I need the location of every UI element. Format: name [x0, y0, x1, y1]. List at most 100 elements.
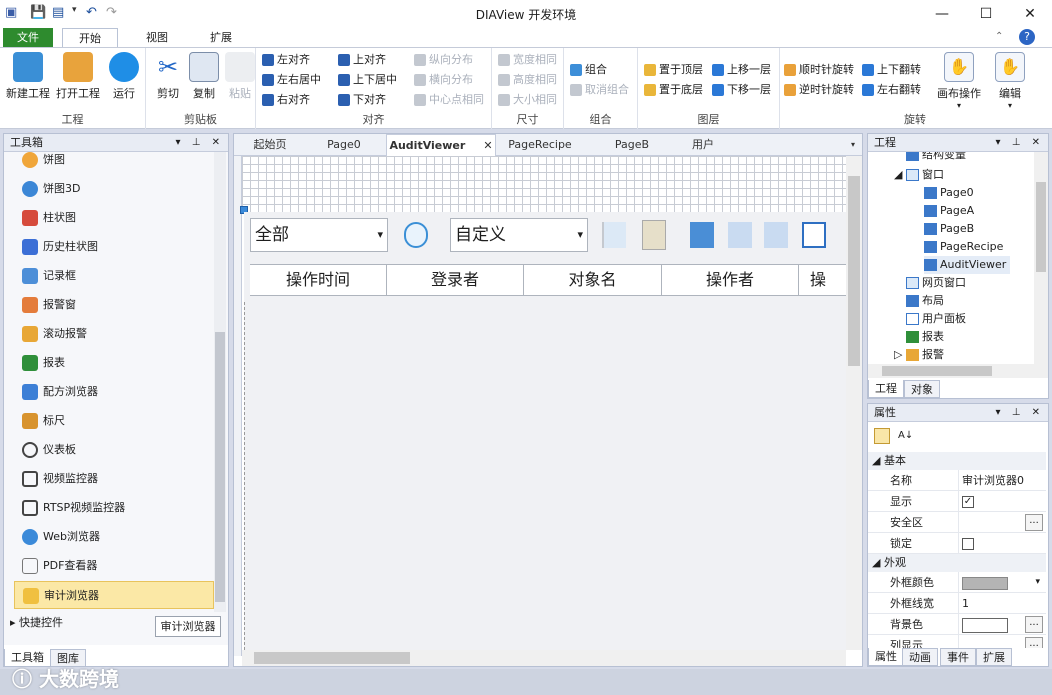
tab-file[interactable]: 文件 [3, 28, 53, 48]
ellipsis-button[interactable]: ... [1025, 637, 1043, 648]
print-icon[interactable] [690, 222, 714, 248]
ungroup-button[interactable]: 取消组合 [570, 81, 629, 99]
tree-node[interactable]: 布局 [906, 292, 944, 310]
canvas-ops-button[interactable]: ✋ 画布操作 ▾ [934, 52, 984, 110]
visible-checkbox[interactable]: ✓ [962, 496, 974, 508]
group-button[interactable]: 组合 [570, 61, 607, 79]
panel-controls-icon[interactable]: ▾ ⊥ ✕ [996, 134, 1044, 152]
run-button[interactable]: 运行 [102, 52, 146, 101]
tab-extension[interactable]: 扩展 [976, 648, 1012, 666]
sort-az-icon[interactable]: A↓ [898, 428, 914, 444]
tab-properties[interactable]: 属性 [868, 648, 904, 666]
doc-tab-pagerecipe[interactable]: PageRecipe [500, 134, 580, 156]
tab-object[interactable]: 对象 [904, 380, 940, 398]
toolbox-item-selected[interactable]: 审计浏览器 [14, 581, 214, 609]
tree-node[interactable]: 报表 [906, 328, 944, 346]
clipboard-icon[interactable] [642, 220, 666, 250]
tree-node[interactable]: PageA [924, 202, 974, 220]
doc-tab-pageb[interactable]: PageB [604, 134, 660, 156]
category-appearance[interactable]: ◢ 外观 [868, 554, 1046, 572]
column-header[interactable]: 操作者 [662, 265, 799, 295]
tab-extend[interactable]: 扩展 [196, 28, 246, 48]
toolbox-item[interactable]: 仪表板 [14, 436, 214, 464]
search-icon[interactable] [602, 222, 626, 248]
copy-pages-icon[interactable] [802, 222, 826, 248]
ellipsis-button[interactable]: ... [1025, 616, 1043, 633]
flip-v-button[interactable]: 上下翻转 [862, 61, 921, 79]
align-left-button[interactable]: 左对齐 [262, 51, 310, 69]
align-top-button[interactable]: 上对齐 [338, 51, 386, 69]
move-up-button[interactable]: 上移一层 [712, 61, 771, 79]
align-bottom-button[interactable]: 下对齐 [338, 91, 386, 109]
cdist-button[interactable]: 中心点相同 [414, 91, 484, 109]
toolbox-scrollbar[interactable] [214, 152, 226, 612]
collapse-ribbon-icon[interactable]: ⌃ [995, 31, 1003, 42]
same-size-button[interactable]: 大小相同 [498, 91, 557, 109]
tab-project[interactable]: 工程 [868, 380, 904, 398]
column-header[interactable]: 对象名 [524, 265, 662, 295]
horizontal-scrollbar[interactable] [242, 650, 846, 666]
doc-tab-page0[interactable]: Page0 [314, 134, 374, 156]
same-width-button[interactable]: 宽度相同 [498, 51, 557, 69]
toolbox-item[interactable]: Web浏览器 [14, 523, 214, 551]
tab-animation[interactable]: 动画 [902, 648, 938, 666]
quick-controls-expander[interactable]: ▸ 快捷控件 [10, 614, 63, 630]
tree-node-selected[interactable]: AuditViewer [924, 256, 1011, 274]
toolbox-item[interactable]: 视频监控器 [14, 465, 214, 493]
categorized-icon[interactable] [874, 428, 890, 444]
doc-tab-start[interactable]: 起始页 [240, 134, 300, 156]
clock-icon[interactable] [404, 222, 428, 248]
time-range-dropdown[interactable]: 自定义 ▾ [450, 218, 588, 252]
tree-scrollbar[interactable] [1034, 152, 1048, 364]
tab-list-dropdown-icon[interactable]: ▾ [846, 134, 860, 156]
maximize-button[interactable]: ☐ [966, 2, 1006, 26]
toolbox-item[interactable]: 报表 [14, 349, 214, 377]
ellipsis-button[interactable]: ... [1025, 514, 1043, 531]
toolbox-item[interactable]: 记录框 [14, 262, 214, 290]
align-right-button[interactable]: 右对齐 [262, 91, 310, 109]
tree-node[interactable]: 用户面板 [906, 310, 966, 328]
vertical-scrollbar[interactable] [846, 156, 862, 650]
toolbox-item[interactable]: 历史柱状图 [14, 233, 214, 261]
column-header[interactable]: 操作时间 [250, 265, 387, 295]
bring-top-button[interactable]: 置于顶层 [644, 61, 703, 79]
tree-node[interactable]: ◢ 窗口 [894, 166, 944, 184]
toolbox-item[interactable]: RTSP视频监控器 [14, 494, 214, 522]
toolbox-item[interactable]: 配方浏览器 [14, 378, 214, 406]
new-project-button[interactable]: 新建工程 [6, 52, 50, 101]
rotate-cw-button[interactable]: 顺时针旋转 [784, 61, 854, 79]
tree-hscrollbar[interactable] [868, 364, 1048, 378]
column-header[interactable]: 操 [810, 265, 846, 295]
vdist-button[interactable]: 纵向分布 [414, 51, 473, 69]
panel-controls-icon[interactable]: ▾ ⊥ ✕ [176, 134, 224, 152]
design-canvas[interactable] [242, 156, 846, 212]
open-project-button[interactable]: 打开工程 [56, 52, 100, 101]
category-basic[interactable]: ◢ 基本 [868, 452, 1046, 470]
rotate-ccw-button[interactable]: 逆时针旋转 [784, 81, 854, 99]
tab-events[interactable]: 事件 [940, 648, 976, 666]
tree-node[interactable]: PageB [924, 220, 974, 238]
document-icon[interactable] [764, 222, 788, 248]
toolbox-item[interactable]: 滚动报警 [14, 320, 214, 348]
edit-button[interactable]: ✋ 编辑 ▾ [988, 52, 1032, 110]
audit-viewer-control[interactable]: 全部 ▾ 自定义 ▾ 操作时间 登录者 对象名 操作者 操 [244, 212, 846, 302]
close-tab-icon[interactable]: ✕ [483, 139, 492, 152]
tab-start[interactable]: 开始 [62, 28, 118, 48]
hdist-button[interactable]: 横向分布 [414, 71, 473, 89]
align-vcenter-button[interactable]: 上下居中 [338, 71, 397, 89]
send-bottom-button[interactable]: 置于底层 [644, 81, 703, 99]
toolbox-item[interactable]: 饼图3D [14, 175, 214, 203]
lock-checkbox[interactable] [962, 538, 974, 550]
audit-table-body[interactable] [244, 302, 846, 650]
minimize-button[interactable]: — [922, 2, 962, 26]
doc-tab-user[interactable]: 用户 [680, 134, 726, 156]
tree-node[interactable]: PageRecipe [924, 238, 1003, 256]
doc-tab-auditviewer[interactable]: AuditViewer ✕ [386, 134, 496, 156]
help-icon[interactable]: ? [1019, 29, 1035, 45]
toolbox-item[interactable]: 柱状图 [14, 204, 214, 232]
scope-dropdown[interactable]: 全部 ▾ [250, 218, 388, 252]
column-header[interactable]: 登录者 [387, 265, 524, 295]
panel-controls-icon[interactable]: ▾ ⊥ ✕ [996, 404, 1044, 422]
move-down-button[interactable]: 下移一层 [712, 81, 771, 99]
close-button[interactable]: ✕ [1010, 2, 1050, 26]
